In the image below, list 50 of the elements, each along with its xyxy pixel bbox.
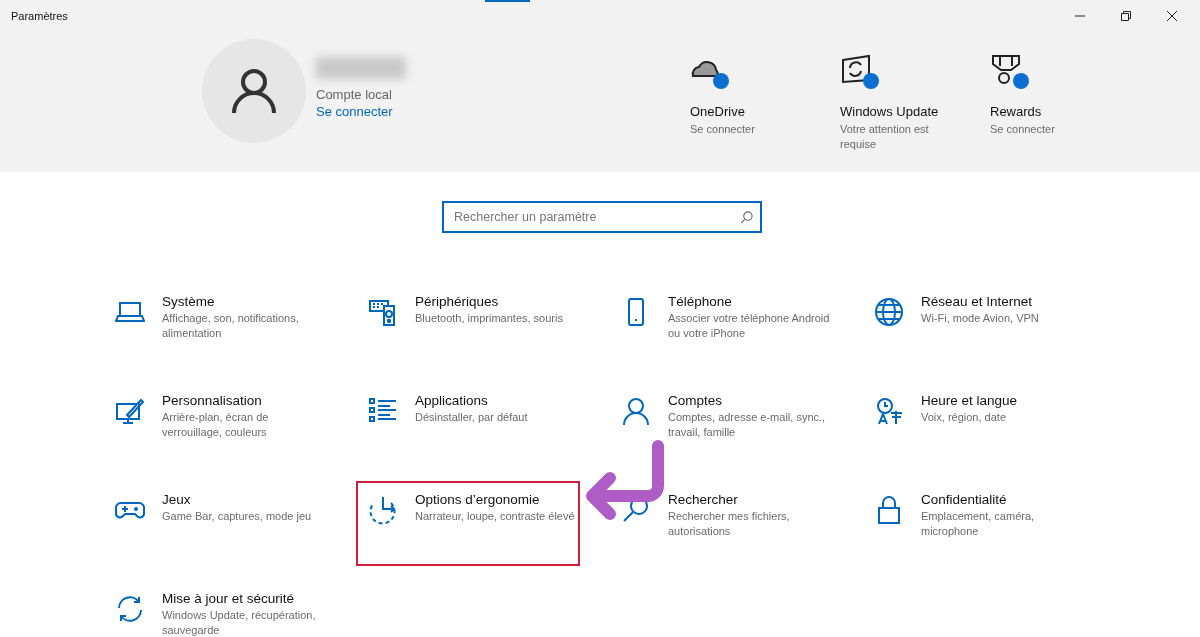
quick-link-status: Se connecter — [690, 122, 756, 137]
category-description: Emplacement, caméra, microphone — [921, 509, 1036, 539]
language-icon[interactable] — [874, 396, 904, 426]
sync-icon[interactable] — [115, 594, 145, 624]
category-description: Narrateur, loupe, contraste élevé — [415, 509, 576, 524]
category-title[interactable]: Rechercher — [668, 491, 836, 509]
account-type: Compte local — [316, 87, 393, 102]
category-title[interactable]: Comptes — [668, 392, 836, 410]
medal-icon[interactable] — [990, 54, 1030, 90]
category-title[interactable]: Réseau et Internet — [921, 293, 1089, 311]
category-description: Voix, région, date — [921, 410, 1007, 425]
category-description: Affichage, son, notifications, alimentation — [162, 311, 300, 341]
quick-link-title[interactable]: OneDrive — [690, 104, 840, 119]
window-title: Paramètres — [11, 10, 68, 22]
person-icon — [230, 67, 278, 115]
category-description: Wi-Fi, mode Avion, VPN — [921, 311, 1040, 326]
ease-icon[interactable] — [368, 495, 398, 525]
close-icon[interactable] — [1167, 11, 1177, 21]
category-title[interactable]: Options d’ergonomie — [415, 491, 583, 509]
category-description: Windows Update, récupération, sauvegarde — [162, 608, 317, 637]
category-description: Game Bar, captures, mode jeu — [162, 509, 313, 524]
update-icon[interactable] — [840, 54, 880, 90]
restore-icon[interactable] — [1121, 11, 1131, 21]
category-title[interactable]: Heure et langue — [921, 392, 1089, 410]
category-description: Arrière-plan, écran de verrouillage, couleurs — [162, 410, 270, 440]
category-description: Désinstaller, par défaut — [415, 410, 529, 425]
quick-link-title[interactable]: Rewards — [990, 104, 1140, 119]
category-description: Rechercher mes fichiers, autorisations — [668, 509, 791, 539]
sign-in-link[interactable]: Se connecter — [316, 104, 406, 119]
devices-icon[interactable] — [368, 297, 398, 327]
category-title[interactable]: Confidentialité — [921, 491, 1089, 509]
search-field[interactable]: Rechercher un paramètre — [442, 201, 762, 233]
quick-link-status: Se connecter — [990, 122, 1056, 137]
quick-link-title[interactable]: Windows Update — [840, 104, 990, 119]
category-title[interactable]: Jeux — [162, 491, 330, 509]
category-description: Associer votre téléphone Android ou votre iPhone — [668, 311, 831, 341]
category-title[interactable]: Téléphone — [668, 293, 836, 311]
quick-link-status: Votre attention est requise — [840, 122, 930, 152]
category-description: Bluetooth, imprimantes, souris — [415, 311, 564, 326]
category-title[interactable]: Applications — [415, 392, 583, 410]
person-icon[interactable] — [621, 396, 651, 426]
search-icon[interactable] — [740, 211, 753, 224]
category-title[interactable]: Système — [162, 293, 330, 311]
globe-icon[interactable] — [874, 297, 904, 327]
tab-indicator — [485, 0, 530, 2]
category-title[interactable]: Mise à jour et sécurité — [162, 590, 330, 608]
category-title[interactable]: Personnalisation — [162, 392, 330, 410]
category-description: Comptes, adresse e-mail, sync., travail, famille — [668, 410, 827, 440]
paint-icon[interactable] — [115, 396, 145, 426]
category-title[interactable]: Périphériques — [415, 293, 583, 311]
